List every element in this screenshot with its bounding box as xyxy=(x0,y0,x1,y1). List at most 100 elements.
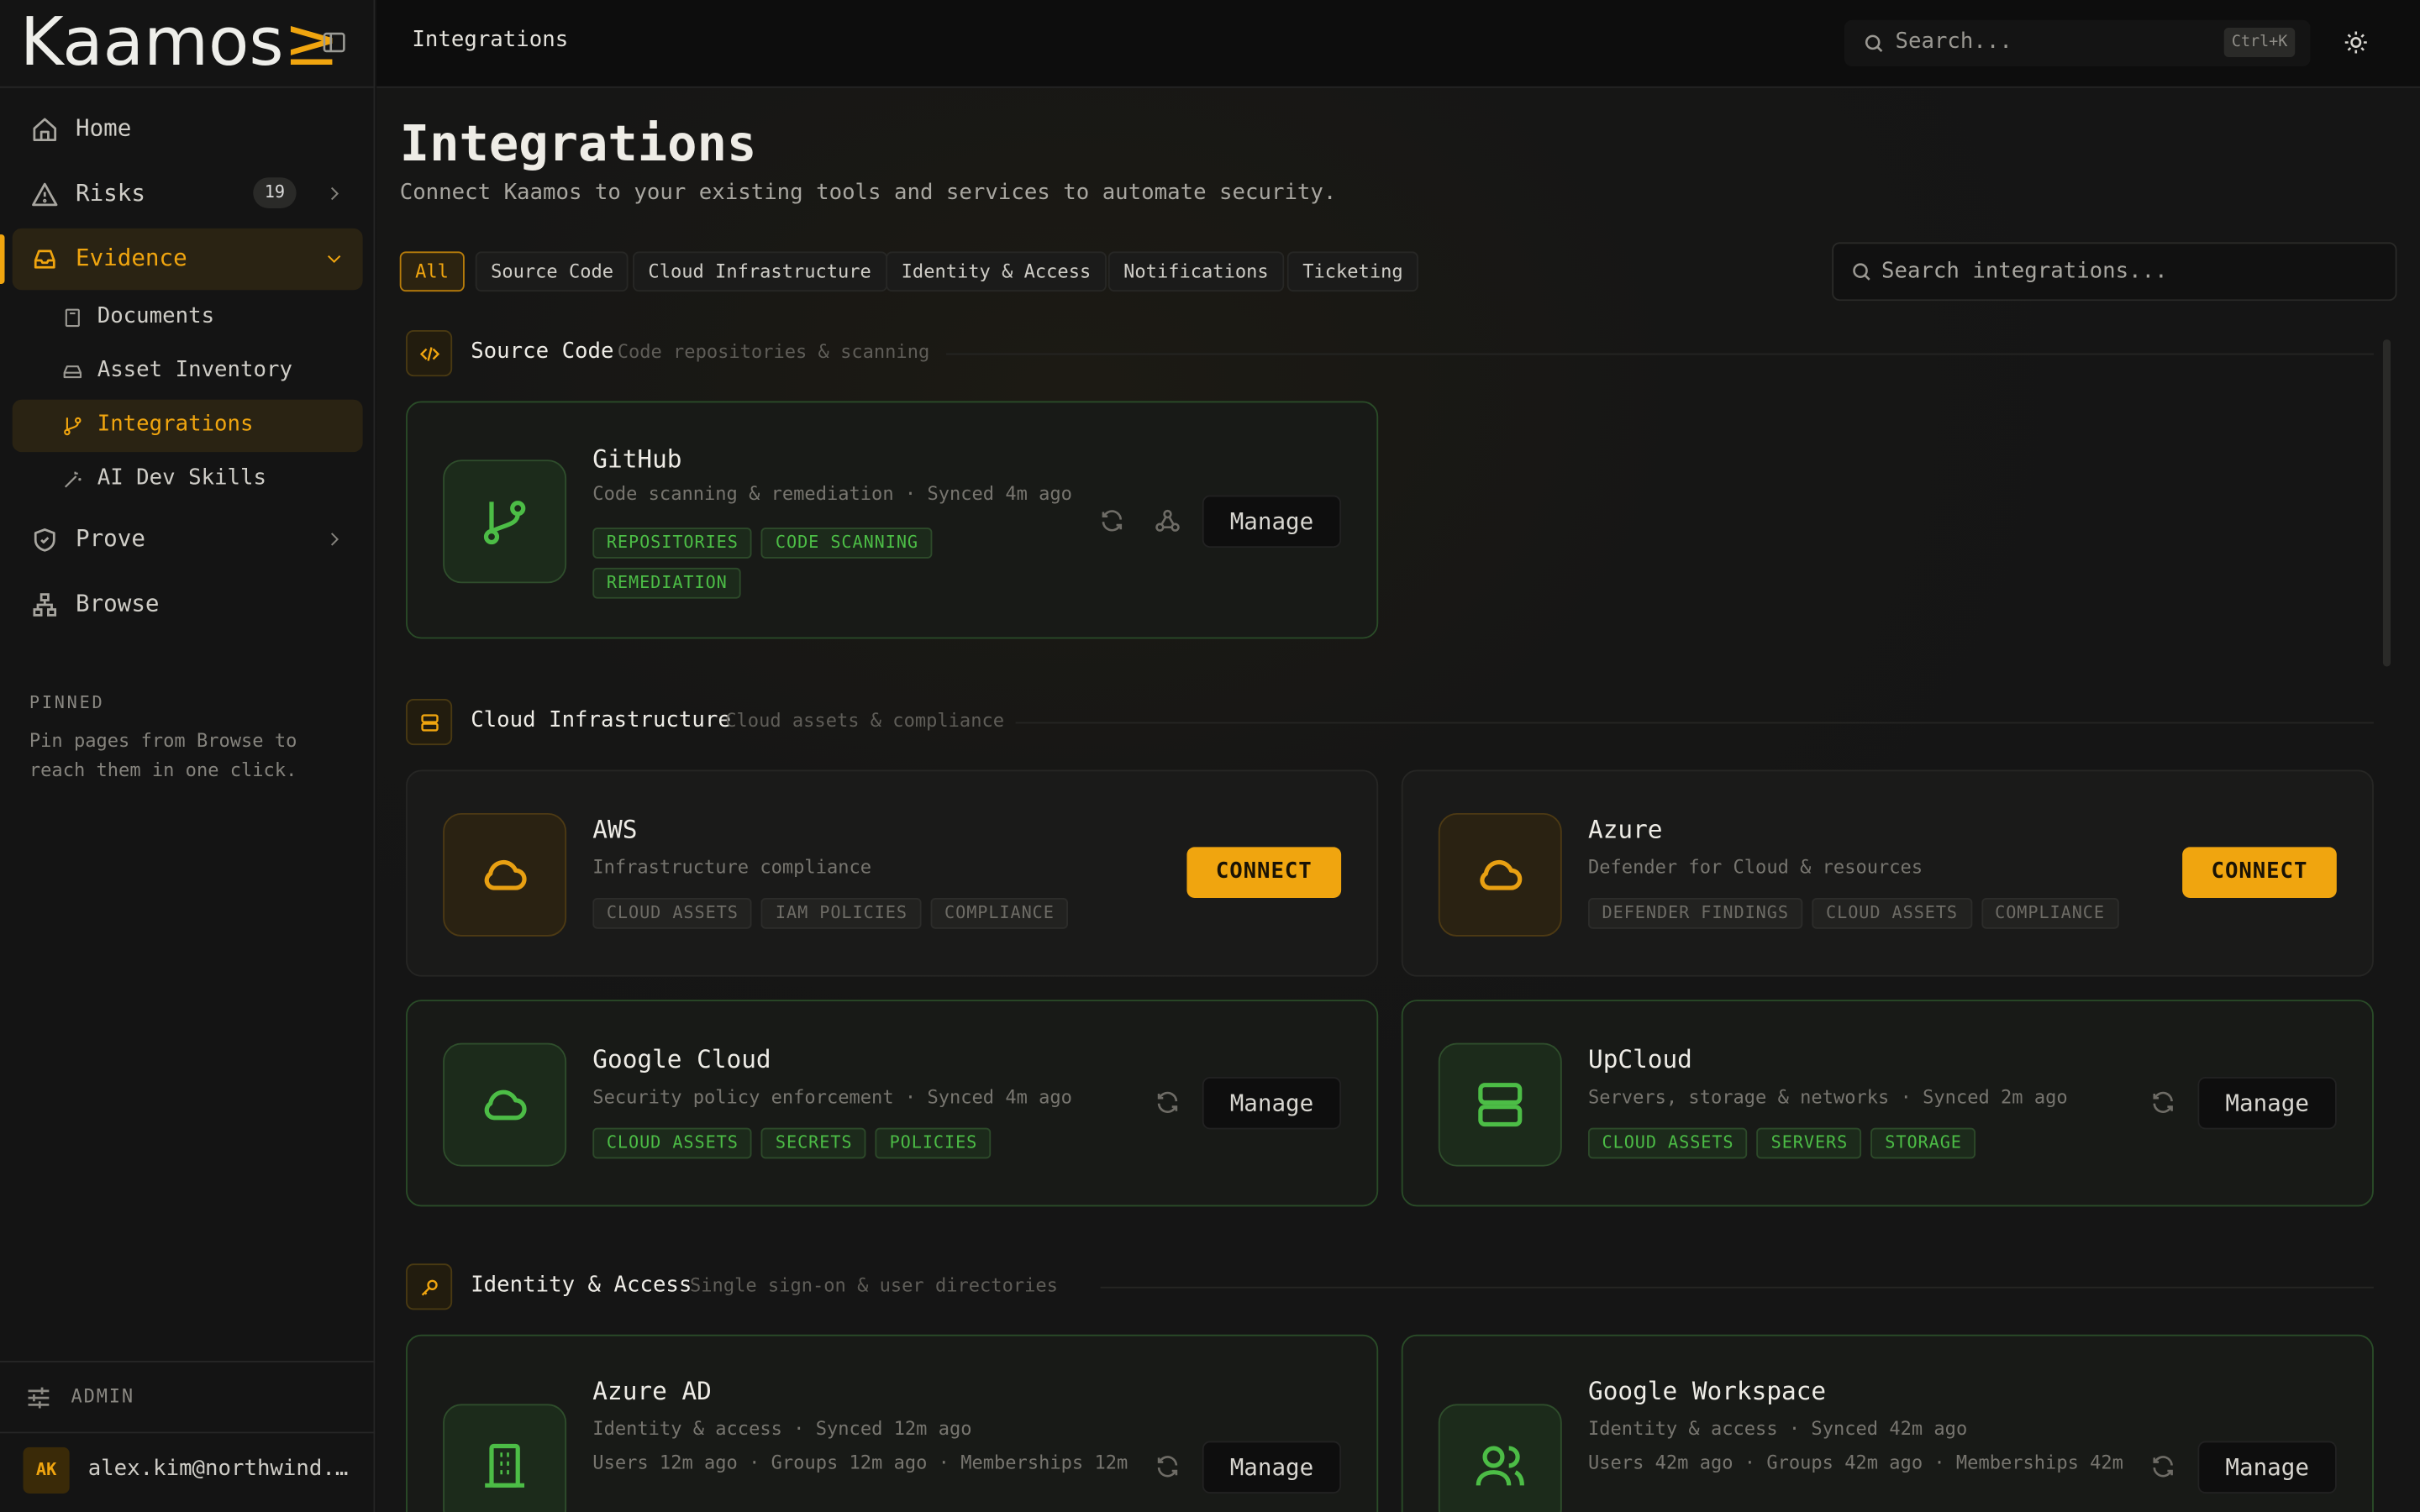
tag-list: CLOUD ASSETS SECRETS POLICIES xyxy=(592,1127,992,1159)
integration-description: Infrastructure compliance xyxy=(592,856,872,879)
sub-item-label: AI Dev Skills xyxy=(97,465,266,491)
inbox-icon xyxy=(31,245,59,273)
integration-card-upcloud[interactable]: UpCloud Servers, storage & networks · Sy… xyxy=(1401,1000,2374,1207)
server-icon xyxy=(406,699,453,746)
integration-card-google-workspace[interactable]: Google Workspace Identity & access · Syn… xyxy=(1401,1334,2374,1512)
book-icon xyxy=(61,307,83,329)
sidebar-toggle-icon[interactable] xyxy=(321,29,347,55)
section-description: Cloud assets & compliance xyxy=(725,709,1005,732)
filter-ticketing[interactable]: Ticketing xyxy=(1286,251,1419,292)
nav-label: Evidence xyxy=(76,244,187,272)
cloud-icon xyxy=(443,1042,567,1167)
sidebar-item-asset-inventory[interactable]: Asset Inventory xyxy=(13,345,363,397)
chevron-right-icon xyxy=(324,184,345,204)
manage-button[interactable]: Manage xyxy=(2197,1077,2337,1130)
theme-toggle-sun-icon[interactable] xyxy=(2343,29,2369,55)
section-name: Cloud Infrastructure xyxy=(471,708,731,733)
page-subtitle: Connect Kaamos to your existing tools an… xyxy=(399,180,1337,206)
tag: CODE SCANNING xyxy=(761,528,933,559)
filter-identity-access[interactable]: Identity & Access xyxy=(886,251,1107,292)
integration-description: Code scanning & remediation · Synced 4m … xyxy=(592,482,1072,505)
tag-list: REPOSITORIES CODE SCANNING REMEDIATION xyxy=(592,528,963,599)
integration-name: Azure xyxy=(1588,814,1663,844)
app-logo[interactable]: Kaamos≥ xyxy=(20,5,339,82)
cloud-icon xyxy=(1438,812,1562,937)
page-title: Integrations xyxy=(399,113,757,173)
search-placeholder: Search integrations... xyxy=(1881,259,2168,284)
key-icon xyxy=(406,1263,453,1310)
integration-card-github[interactable]: GitHub Code scanning & remediation · Syn… xyxy=(406,401,1379,639)
shield-check-icon xyxy=(31,526,59,554)
nav-item-risks[interactable]: Risks 19 xyxy=(13,164,363,225)
git-branch-icon xyxy=(61,415,83,437)
integration-search-input[interactable]: Search integrations... xyxy=(1832,242,2397,302)
sidebar-item-ai-dev-skills[interactable]: AI Dev Skills xyxy=(13,454,363,506)
integration-name: Google Workspace xyxy=(1588,1376,1827,1406)
sync-icon[interactable] xyxy=(2150,1089,2176,1116)
tag-list: CLOUD ASSETS IAM POLICIES COMPLIANCE xyxy=(592,897,1069,929)
scrollbar-thumb[interactable] xyxy=(2382,339,2391,667)
sync-details: Users 12m ago · Groups 12m ago · Members… xyxy=(592,1452,1128,1474)
active-indicator xyxy=(0,234,5,284)
user-menu[interactable]: AK alex.kim@northwind.example xyxy=(0,1431,376,1512)
tag: CLOUD ASSETS xyxy=(1812,897,1972,929)
connect-button[interactable]: CONNECT xyxy=(2182,847,2337,898)
filter-notifications[interactable]: Notifications xyxy=(1107,251,1285,292)
sidebar-item-integrations[interactable]: Integrations xyxy=(12,399,363,453)
section-divider xyxy=(945,353,2374,355)
code-icon xyxy=(406,330,453,377)
shortcut-badge: Ctrl+K xyxy=(2223,28,2296,57)
tag: SECRETS xyxy=(761,1127,867,1159)
integration-description: Identity & access · Synced 42m ago xyxy=(1588,1417,1968,1440)
connect-button[interactable]: CONNECT xyxy=(1186,847,1342,898)
admin-label: ADMIN xyxy=(71,1385,135,1408)
manage-button[interactable]: Manage xyxy=(2197,1441,2337,1494)
sliders-icon xyxy=(24,1384,52,1412)
manage-button[interactable]: Manage xyxy=(1202,1441,1342,1494)
sync-icon[interactable] xyxy=(1155,1089,1181,1116)
sync-icon[interactable] xyxy=(1155,1453,1181,1479)
manage-button[interactable]: Manage xyxy=(1202,495,1342,549)
filter-source-code[interactable]: Source Code xyxy=(475,251,629,292)
tag: POLICIES xyxy=(876,1127,992,1159)
nav-item-prove[interactable]: Prove xyxy=(13,509,363,570)
nav-item-browse[interactable]: Browse xyxy=(13,574,363,635)
integration-name: Azure AD xyxy=(592,1376,712,1406)
global-search-input[interactable]: Search... Ctrl+K xyxy=(1844,19,2311,66)
integration-description: Security policy enforcement · Synced 4m … xyxy=(592,1086,1072,1108)
filter-all[interactable]: All xyxy=(399,251,465,292)
tag: COMPLIANCE xyxy=(1981,897,2119,929)
breadcrumb[interactable]: Integrations xyxy=(412,28,568,52)
integration-card-azure[interactable]: Azure Defender for Cloud & resources DEF… xyxy=(1401,769,2374,977)
integration-card-azure-ad[interactable]: Azure AD Identity & access · Synced 12m … xyxy=(406,1334,1379,1512)
nav-item-home[interactable]: Home xyxy=(13,99,363,160)
nav-label: Browse xyxy=(76,589,160,617)
sidebar-item-documents[interactable]: Documents xyxy=(13,291,363,344)
sync-icon[interactable] xyxy=(1099,507,1125,533)
cloud-icon xyxy=(443,812,567,937)
section-name: Source Code xyxy=(471,339,614,365)
pinned-title: PINNED xyxy=(29,692,105,713)
section-name: Identity & Access xyxy=(471,1273,692,1298)
chevron-right-icon xyxy=(324,529,345,549)
git-branch-icon xyxy=(443,459,567,584)
integration-card-google-cloud[interactable]: Google Cloud Security policy enforcement… xyxy=(406,1000,1379,1207)
integration-name: Google Cloud xyxy=(592,1044,771,1074)
filter-cloud-infrastructure[interactable]: Cloud Infrastructure xyxy=(633,251,887,292)
warning-icon xyxy=(31,181,59,208)
tag: SERVERS xyxy=(1757,1127,1862,1159)
tag: STORAGE xyxy=(1870,1127,1976,1159)
manage-button[interactable]: Manage xyxy=(1202,1077,1342,1130)
wand-icon xyxy=(61,469,83,491)
sub-item-label: Asset Inventory xyxy=(97,358,292,383)
integration-card-aws[interactable]: AWS Infrastructure compliance CLOUD ASSE… xyxy=(406,769,1379,977)
sync-icon[interactable] xyxy=(2150,1453,2176,1479)
admin-link[interactable]: ADMIN xyxy=(0,1361,376,1431)
logo-row: Kaamos≥ xyxy=(0,0,376,88)
integration-description: Servers, storage & networks · Synced 2m … xyxy=(1588,1086,2068,1108)
webhook-icon[interactable] xyxy=(1155,507,1181,533)
tag-list: CLOUD ASSETS SERVERS STORAGE xyxy=(1588,1127,1976,1159)
section-source-code: Source Code Code repositories & scanning xyxy=(406,330,2374,377)
nav-item-evidence[interactable]: Evidence xyxy=(12,228,363,291)
sitemap-icon xyxy=(31,591,59,618)
